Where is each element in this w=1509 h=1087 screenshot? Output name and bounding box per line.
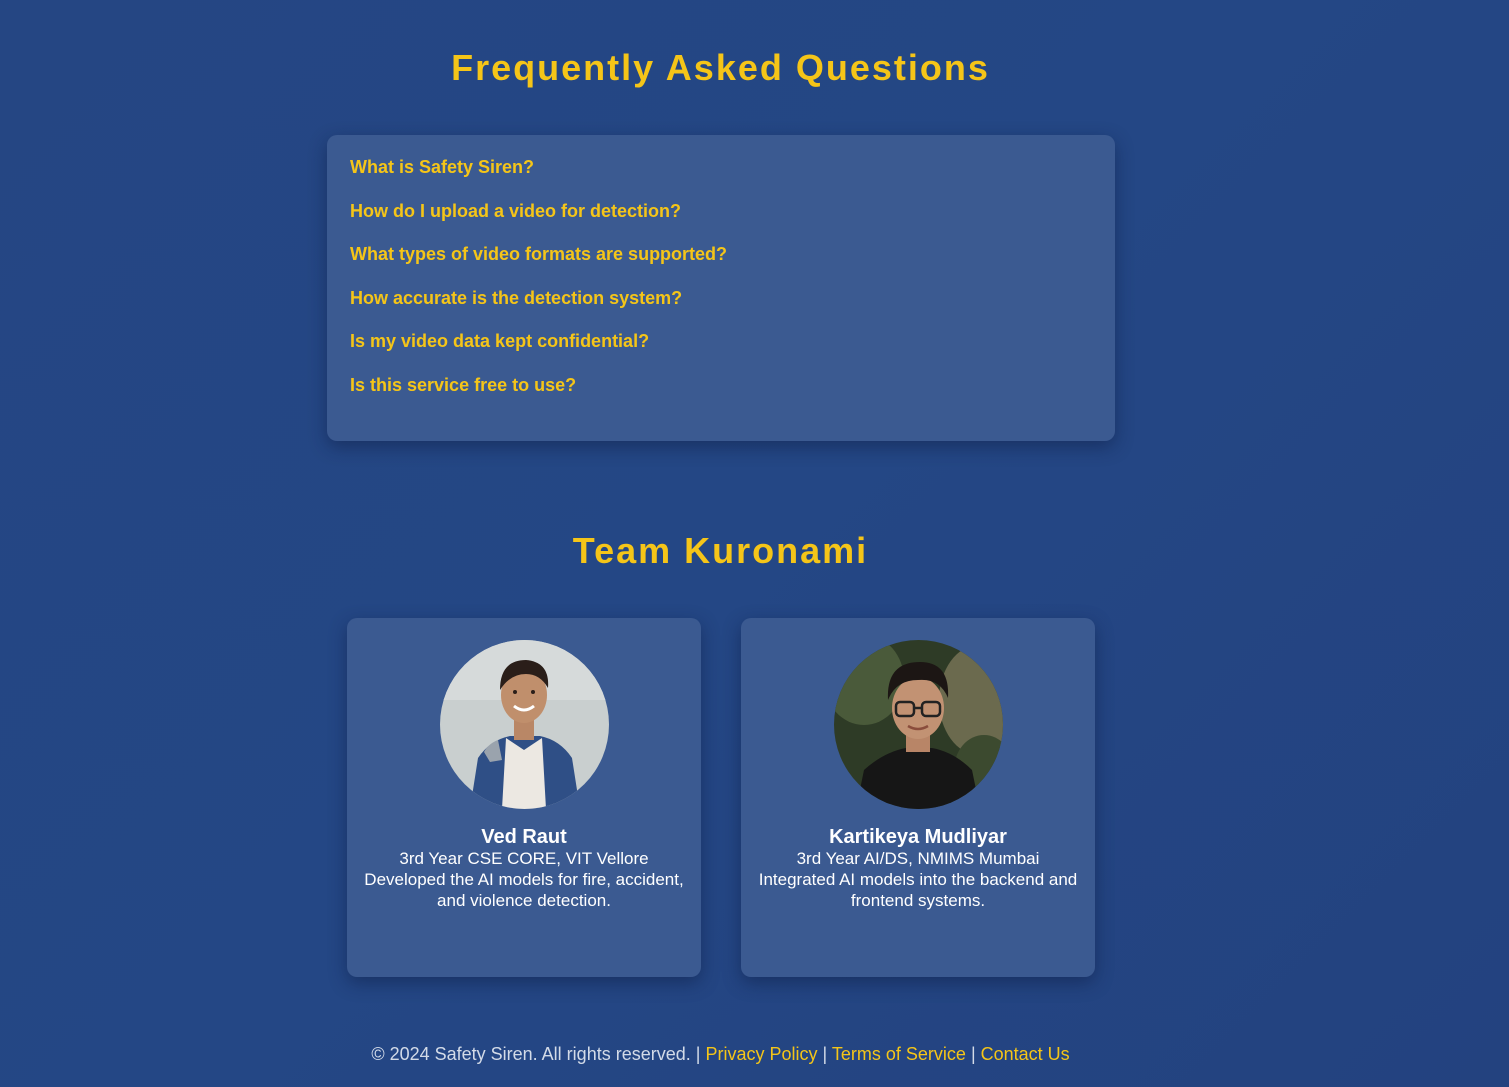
member-name: Ved Raut xyxy=(481,826,567,848)
terms-of-service-link[interactable]: Terms of Service xyxy=(832,1044,966,1064)
faq-panel: What is Safety Siren? How do I upload a … xyxy=(327,135,1115,441)
faq-question[interactable]: What is Safety Siren? xyxy=(350,155,1092,199)
faq-heading: Frequently Asked Questions xyxy=(451,47,990,88)
footer-separator: | xyxy=(970,1044,976,1064)
faq-question[interactable]: Is this service free to use? xyxy=(350,373,1092,417)
member-description: Integrated AI models into the backend an… xyxy=(758,870,1078,910)
copyright-text: © 2024 Safety Siren. All rights reserved… xyxy=(371,1044,691,1064)
page: Frequently Asked Questions What is Safet… xyxy=(0,0,1509,1087)
member-photo-icon xyxy=(440,640,609,809)
faq-question[interactable]: Is my video data kept confidential? xyxy=(350,329,1092,373)
member-description: Developed the AI models for fire, accide… xyxy=(364,870,684,910)
team-member-card: Kartikeya Mudliyar 3rd Year AI/DS, NMIMS… xyxy=(741,618,1095,977)
team-member-card: Ved Raut 3rd Year CSE CORE, VIT Vellore … xyxy=(347,618,701,977)
footer-separator: | xyxy=(695,1044,701,1064)
member-name: Kartikeya Mudliyar xyxy=(829,826,1007,848)
contact-us-link[interactable]: Contact Us xyxy=(981,1044,1070,1064)
privacy-policy-link[interactable]: Privacy Policy xyxy=(705,1044,817,1064)
team-heading: Team Kuronami xyxy=(572,530,869,571)
faq-question[interactable]: What types of video formats are supporte… xyxy=(350,242,1092,286)
member-photo-icon xyxy=(834,640,1003,809)
footer: © 2024 Safety Siren. All rights reserved… xyxy=(0,1042,1441,1066)
footer-separator: | xyxy=(822,1044,828,1064)
member-role: 3rd Year AI/DS, NMIMS Mumbai xyxy=(796,849,1040,868)
member-role: 3rd Year CSE CORE, VIT Vellore xyxy=(399,849,649,868)
faq-question[interactable]: How accurate is the detection system? xyxy=(350,286,1092,330)
faq-question[interactable]: How do I upload a video for detection? xyxy=(350,199,1092,243)
